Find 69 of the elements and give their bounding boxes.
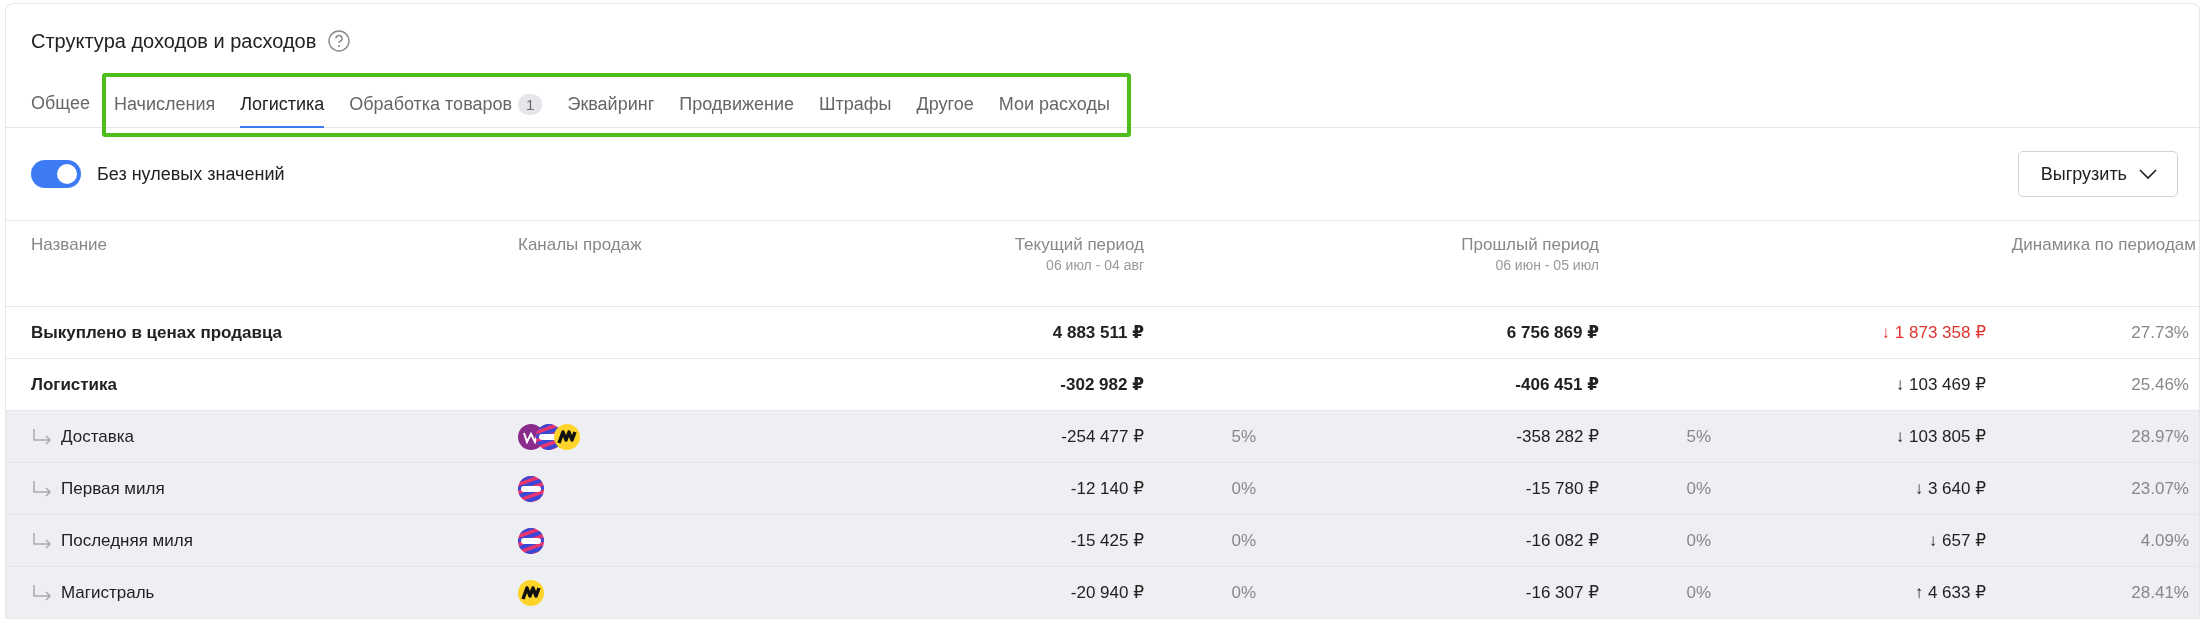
squiggle-logo-icon bbox=[554, 423, 580, 450]
toggle-switch[interactable] bbox=[31, 160, 81, 188]
share-percent: 5% bbox=[1231, 426, 1256, 447]
corner-arrow-icon bbox=[31, 583, 53, 602]
change-value: ↓ 3 640 ₽ bbox=[1914, 478, 1986, 499]
tab[interactable]: Логистика bbox=[240, 82, 325, 128]
row-name: Доставка bbox=[61, 426, 134, 447]
tab[interactable]: Эквайринг bbox=[567, 82, 655, 128]
row-name: Последняя миля bbox=[61, 530, 193, 551]
column-header: Текущий период bbox=[1014, 235, 1144, 255]
column-header: Прошлый период bbox=[1461, 235, 1599, 255]
tab[interactable]: Продвижение bbox=[679, 82, 794, 128]
change-value: ↓ 1 873 358 ₽ bbox=[1881, 322, 1986, 343]
change-value: ↓ 103 469 ₽ bbox=[1895, 374, 1986, 395]
help-icon[interactable] bbox=[328, 30, 351, 52]
caret-icon bbox=[2139, 168, 2157, 180]
tab[interactable]: Начисления bbox=[113, 82, 216, 128]
current-value: -302 982 ₽ bbox=[1060, 374, 1144, 395]
change-percent: 25.46% bbox=[2131, 374, 2189, 395]
column-header: Каналы продаж bbox=[518, 235, 643, 255]
share-percent: 5% bbox=[1686, 426, 1711, 447]
row-name: Выкуплено в ценах продавца bbox=[31, 322, 283, 343]
row-name: Первая миля bbox=[61, 478, 165, 499]
current-value: 4 883 511 ₽ bbox=[1052, 322, 1144, 343]
column-header: Название bbox=[31, 235, 108, 255]
corner-arrow-icon bbox=[31, 531, 53, 550]
current-value: -12 140 ₽ bbox=[1070, 478, 1144, 499]
past-value: -358 282 ₽ bbox=[1516, 426, 1599, 447]
past-value: -406 451 ₽ bbox=[1515, 374, 1599, 395]
change-percent: 4.09% bbox=[2140, 530, 2189, 551]
share-percent: 0% bbox=[1231, 582, 1256, 603]
share-percent: 0% bbox=[1231, 530, 1256, 551]
share-percent: 0% bbox=[1686, 582, 1711, 603]
striped-circle-icon bbox=[518, 527, 544, 554]
tab[interactable]: Мои расходы bbox=[998, 82, 1110, 128]
change-value: ↓ 103 805 ₽ bbox=[1895, 426, 1986, 447]
past-value: 6 756 869 ₽ bbox=[1506, 322, 1599, 343]
past-value: -16 082 ₽ bbox=[1525, 530, 1599, 551]
squiggle-logo-icon bbox=[518, 579, 544, 606]
tab[interactable]: Другое bbox=[916, 82, 974, 128]
striped-circle-icon bbox=[518, 475, 544, 502]
corner-arrow-icon bbox=[31, 479, 53, 498]
period-dates: 06 июл - 04 авг bbox=[1046, 257, 1144, 273]
count-badge: 1 bbox=[518, 93, 543, 115]
page-title: Структура доходов и расходов bbox=[31, 29, 317, 53]
past-value: -15 780 ₽ bbox=[1525, 478, 1599, 499]
past-value: -16 307 ₽ bbox=[1525, 582, 1599, 603]
current-value: -20 940 ₽ bbox=[1070, 582, 1144, 603]
change-value: ↑ 4 633 ₽ bbox=[1914, 582, 1986, 603]
tab[interactable]: Обработка товаров 1 bbox=[349, 82, 543, 128]
row-name: Логистика bbox=[31, 374, 118, 395]
share-percent: 0% bbox=[1231, 478, 1256, 499]
change-percent: 28.97% bbox=[2131, 426, 2189, 447]
share-percent: 0% bbox=[1686, 478, 1711, 499]
change-value: ↓ 657 ₽ bbox=[1928, 530, 1986, 551]
row-name: Магистраль bbox=[61, 582, 155, 603]
current-value: -15 425 ₽ bbox=[1070, 530, 1144, 551]
current-value: -254 477 ₽ bbox=[1061, 426, 1144, 447]
export-button[interactable]: Выгрузить bbox=[2017, 151, 2178, 197]
change-percent: 28.41% bbox=[2131, 582, 2189, 603]
corner-arrow-icon bbox=[31, 427, 53, 446]
tab[interactable]: Штрафы bbox=[819, 82, 892, 128]
change-percent: 27.73% bbox=[2131, 322, 2189, 343]
change-percent: 23.07% bbox=[2131, 478, 2189, 499]
column-header: Динамика по периодам bbox=[2011, 235, 2196, 255]
toggle-label: Без нулевых значений bbox=[97, 163, 285, 185]
period-dates: 06 июн - 05 июл bbox=[1495, 257, 1599, 273]
share-percent: 0% bbox=[1686, 530, 1711, 551]
tab[interactable]: Общее bbox=[31, 82, 90, 127]
